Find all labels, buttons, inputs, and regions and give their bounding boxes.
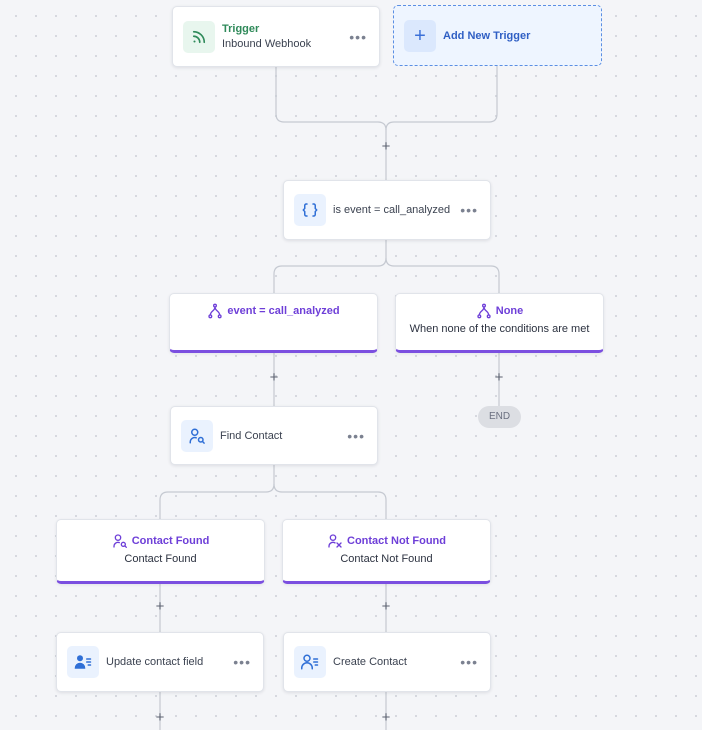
trigger-subtitle: Inbound Webhook	[222, 37, 312, 50]
update-contact-field-label: Update contact field	[106, 656, 204, 668]
create-contact-node[interactable]: Create Contact •••	[283, 632, 491, 692]
branch-title: event = call_analyzed	[170, 303, 377, 319]
trigger-node[interactable]: Trigger Inbound Webhook •••	[172, 6, 380, 67]
branch-split-icon	[477, 303, 491, 319]
rss-icon	[183, 20, 215, 53]
branch-event-call-analyzed[interactable]: event = call_analyzed	[169, 293, 378, 353]
add-new-trigger-button[interactable]: + Add New Trigger	[393, 5, 602, 66]
plus-icon: +	[404, 20, 436, 52]
user-list-icon	[67, 646, 99, 678]
more-options-icon[interactable]: •••	[460, 203, 478, 217]
branch-title-text: None	[495, 305, 524, 317]
branch-contact-not-found[interactable]: Contact Not Found Contact Not Found	[282, 519, 491, 584]
branch-subtitle: Contact Not Found	[340, 553, 433, 565]
more-options-icon[interactable]: •••	[349, 30, 367, 44]
add-step-plus[interactable]: +	[379, 599, 393, 614]
trigger-title: Trigger	[222, 22, 260, 35]
add-step-plus[interactable]: +	[153, 710, 167, 725]
add-step-plus[interactable]: +	[379, 710, 393, 725]
more-options-icon[interactable]: •••	[460, 655, 478, 669]
branch-title-text: event = call_analyzed	[227, 305, 340, 317]
branch-none[interactable]: None When none of the conditions are met	[395, 293, 604, 353]
add-step-plus[interactable]: +	[492, 370, 506, 385]
user-list-outline-icon	[294, 646, 326, 678]
branch-title-text: Contact Found	[131, 535, 210, 547]
condition-node[interactable]: is event = call_analyzed •••	[283, 180, 491, 240]
branch-title: Contact Not Found	[283, 533, 490, 549]
braces-icon	[294, 194, 326, 226]
branch-title: Contact Found	[57, 533, 264, 549]
find-contact-label: Find Contact	[220, 429, 283, 442]
end-badge: END	[478, 406, 521, 428]
branch-subtitle: Contact Found	[124, 553, 197, 565]
find-contact-node[interactable]: Find Contact •••	[170, 406, 378, 465]
user-search-icon	[113, 534, 127, 548]
branch-title-text: Contact Not Found	[347, 535, 446, 547]
branch-contact-found[interactable]: Contact Found Contact Found	[56, 519, 265, 584]
create-contact-label: Create Contact	[333, 656, 407, 668]
branch-split-icon	[208, 303, 223, 319]
update-contact-field-node[interactable]: Update contact field •••	[56, 632, 264, 692]
add-step-plus[interactable]: +	[379, 139, 393, 154]
more-options-icon[interactable]: •••	[347, 429, 365, 443]
add-step-plus[interactable]: +	[267, 370, 281, 385]
user-x-icon	[328, 534, 342, 548]
branch-subtitle: When none of the conditions are met	[409, 323, 590, 335]
flow-connectors	[159, 66, 500, 730]
condition-label: is event = call_analyzed	[333, 204, 451, 216]
branch-title: None	[396, 303, 603, 319]
add-new-trigger-label: Add New Trigger	[443, 30, 531, 42]
more-options-icon[interactable]: •••	[233, 655, 251, 669]
user-search-icon	[181, 419, 213, 452]
add-step-plus[interactable]: +	[153, 599, 167, 614]
trigger-text: Trigger Inbound Webhook	[222, 22, 311, 52]
